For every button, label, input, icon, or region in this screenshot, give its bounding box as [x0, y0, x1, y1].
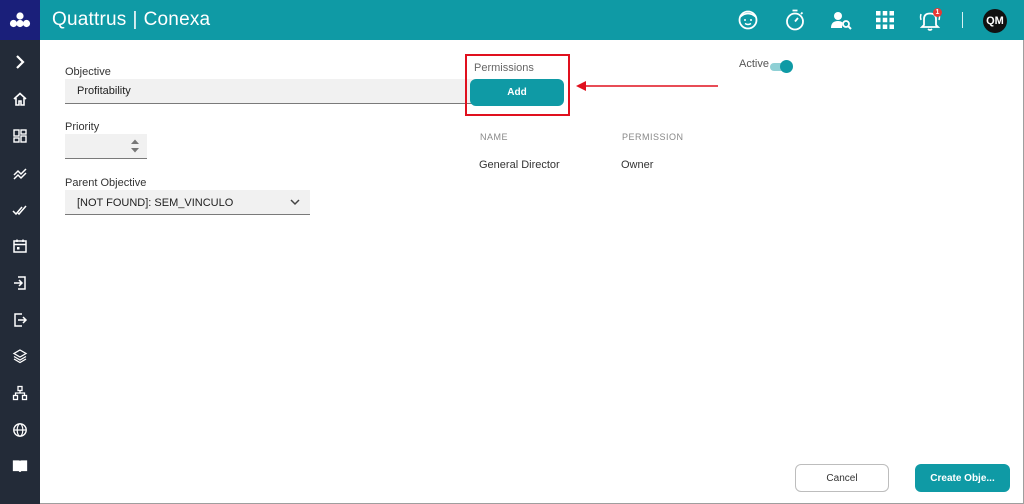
app-title: Quattrus | Conexa — [52, 9, 210, 31]
stopwatch-icon — [786, 9, 804, 31]
support-agent-icon — [738, 10, 758, 30]
permission-row-name: General Director — [479, 159, 560, 171]
active-toggle[interactable] — [780, 60, 793, 73]
logo-icon — [9, 12, 31, 28]
parent-objective-select[interactable]: [NOT FOUND]: SEM_VINCULO — [65, 190, 310, 215]
app-logo[interactable] — [0, 0, 40, 40]
header-divider — [962, 12, 963, 28]
calendar-icon — [13, 239, 27, 253]
parent-objective-value: [NOT FOUND]: SEM_VINCULO — [77, 197, 234, 209]
objective-input[interactable]: Profitability — [65, 79, 475, 104]
sidebar — [0, 0, 40, 504]
chevron-right-icon — [16, 55, 25, 69]
priority-label: Priority — [65, 121, 100, 133]
title-separator: | — [132, 9, 138, 30]
notification-badge: 1 — [933, 8, 942, 17]
top-header: Quattrus | Conexa 1 QM — [40, 0, 1024, 40]
cancel-button[interactable]: Cancel — [795, 464, 889, 492]
sidebar-item-logout[interactable] — [0, 305, 40, 335]
permission-row-level: Owner — [621, 159, 654, 171]
column-header-permission[interactable]: PERMISSION — [622, 132, 684, 142]
spinner-arrows-icon[interactable] — [131, 138, 139, 154]
column-header-name[interactable]: NAME — [480, 132, 508, 142]
annotation-highlight-box — [465, 54, 570, 116]
create-objective-button[interactable]: Create Obje... — [915, 464, 1010, 492]
sidebar-item-global[interactable] — [0, 415, 40, 445]
sidebar-item-layers[interactable] — [0, 341, 40, 371]
login-icon — [14, 276, 26, 290]
sidebar-item-calendar[interactable] — [0, 231, 40, 261]
sidebar-item-tasks[interactable] — [0, 195, 40, 225]
notifications-button[interactable]: 1 — [917, 7, 943, 33]
priority-stepper[interactable] — [65, 134, 147, 159]
brand-name: Quattrus — [52, 9, 127, 30]
timer-button[interactable] — [782, 7, 808, 33]
sidebar-item-trending[interactable] — [0, 158, 40, 188]
layers-icon — [12, 349, 28, 364]
sidebar-item-docs[interactable] — [0, 451, 40, 481]
avatar[interactable]: QM — [983, 9, 1007, 33]
support-button[interactable] — [735, 7, 761, 33]
objective-label: Objective — [65, 66, 111, 78]
product-name: Conexa — [143, 9, 211, 30]
globe-icon — [13, 423, 27, 437]
done-all-icon — [12, 205, 27, 216]
book-icon — [12, 460, 28, 473]
parent-objective-label: Parent Objective — [65, 177, 147, 189]
dashboard-icon — [13, 129, 27, 143]
objective-value: Profitability — [77, 85, 131, 97]
sidebar-item-dashboard[interactable] — [0, 121, 40, 151]
hierarchy-icon — [12, 385, 28, 401]
sidebar-item-home[interactable] — [0, 84, 40, 114]
user-search-icon — [831, 12, 852, 30]
annotation-arrow-icon — [576, 81, 718, 91]
chevron-down-icon — [290, 199, 300, 206]
trending-icon — [13, 168, 27, 180]
user-search-button[interactable] — [828, 7, 854, 33]
apps-menu-button[interactable] — [872, 7, 898, 33]
home-icon — [13, 92, 27, 106]
sidebar-item-login[interactable] — [0, 268, 40, 298]
apps-grid-icon — [876, 11, 894, 29]
active-label: Active — [739, 58, 769, 70]
logout-icon — [14, 313, 28, 327]
sidebar-expand-button[interactable] — [0, 47, 40, 77]
sidebar-item-hierarchy[interactable] — [0, 378, 40, 408]
